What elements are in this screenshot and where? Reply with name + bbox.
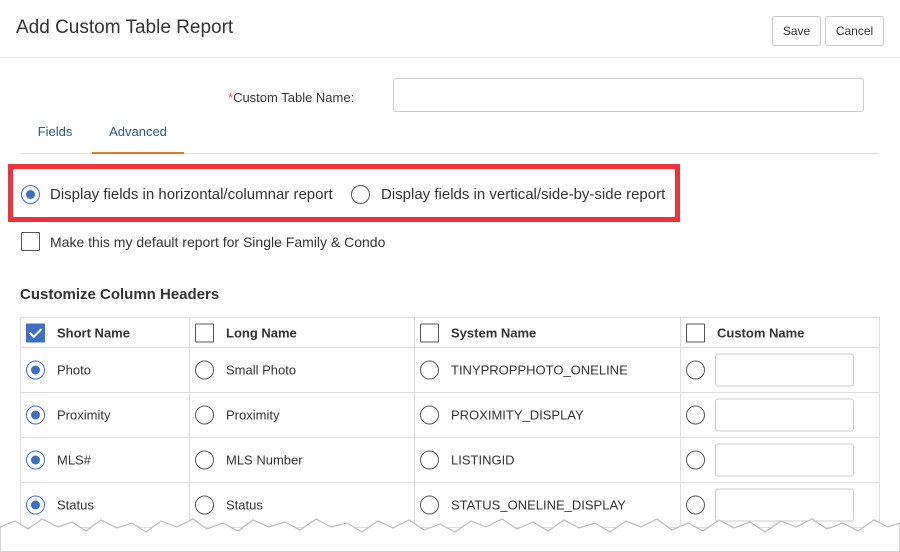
short-name-header-label: Short Name <box>57 325 130 340</box>
custom-table-name-label: *Custom Table Name: <box>228 90 354 105</box>
custom-name-input[interactable] <box>715 443 854 477</box>
table-row: MLS# MLS Number LISTINGID <box>20 437 880 483</box>
tab-bar: Fields Advanced <box>20 118 879 154</box>
short-name-value: MLS# <box>57 452 91 468</box>
custom-name-input[interactable] <box>715 398 854 432</box>
system-name-value: PROXIMITY_DISPLAY <box>451 407 584 423</box>
dialog-header: Add Custom Table Report Save Cancel <box>0 0 900 58</box>
custom-name-radio[interactable] <box>686 360 705 380</box>
short-name-radio[interactable] <box>26 405 45 425</box>
cancel-button[interactable]: Cancel <box>825 16 884 46</box>
table-row: Photo Small Photo TINYPROPPHOTO_ONELINE <box>20 347 880 393</box>
system-name-value: TINYPROPPHOTO_ONELINE <box>451 362 628 378</box>
system-name-value: LISTINGID <box>451 452 515 468</box>
add-custom-table-report-dialog: Add Custom Table Report Save Cancel *Cus… <box>0 0 900 552</box>
torn-paper-edge <box>0 518 900 552</box>
header-long-name: Long Name <box>189 317 415 348</box>
long-name-all-checkbox[interactable] <box>195 323 214 342</box>
default-report-label[interactable]: Make this my default report for Single F… <box>50 234 385 250</box>
system-name-radio[interactable] <box>420 360 439 380</box>
system-name-header-label: System Name <box>451 325 537 340</box>
tab-fields[interactable]: Fields <box>20 118 90 154</box>
save-button[interactable]: Save <box>772 16 821 46</box>
table-header-row: Short Name Long Name System Name Custom … <box>20 317 880 348</box>
header-short-name: Short Name <box>20 317 190 348</box>
long-name-header-label: Long Name <box>226 325 297 340</box>
customize-column-headers-title: Customize Column Headers <box>20 286 220 303</box>
system-name-radio[interactable] <box>420 405 439 425</box>
dialog-title: Add Custom Table Report <box>16 17 234 38</box>
long-name-value: Proximity <box>226 407 280 423</box>
custom-name-radio[interactable] <box>686 450 705 470</box>
custom-name-header-label: Custom Name <box>717 325 805 340</box>
custom-name-input[interactable] <box>715 353 854 387</box>
custom-name-radio[interactable] <box>686 405 705 425</box>
horizontal-report-label[interactable]: Display fields in horizontal/columnar re… <box>50 186 333 203</box>
short-name-value: Proximity <box>57 407 111 423</box>
custom-name-all-checkbox[interactable] <box>686 323 705 342</box>
custom-table-name-label-text: Custom Table Name: <box>233 90 355 105</box>
default-report-checkbox[interactable] <box>21 232 40 251</box>
short-name-radio[interactable] <box>26 360 45 380</box>
long-name-radio[interactable] <box>195 405 214 425</box>
table-row: Proximity Proximity PROXIMITY_DISPLAY <box>20 392 880 438</box>
long-name-value: MLS Number <box>226 452 303 468</box>
long-name-radio[interactable] <box>195 450 214 470</box>
short-name-radio[interactable] <box>26 450 45 470</box>
custom-table-name-input[interactable] <box>393 78 864 112</box>
short-name-value: Photo <box>57 362 91 378</box>
horizontal-report-radio[interactable] <box>21 185 40 204</box>
tab-advanced[interactable]: Advanced <box>92 118 184 154</box>
vertical-report-radio[interactable] <box>351 185 370 204</box>
header-system-name: System Name <box>414 317 681 348</box>
header-custom-name: Custom Name <box>680 317 880 348</box>
short-name-all-checkbox[interactable] <box>26 323 45 342</box>
vertical-report-label[interactable]: Display fields in vertical/side-by-side … <box>381 186 665 203</box>
system-name-all-checkbox[interactable] <box>420 323 439 342</box>
system-name-radio[interactable] <box>420 450 439 470</box>
long-name-radio[interactable] <box>195 360 214 380</box>
long-name-value: Small Photo <box>226 362 297 378</box>
column-headers-table: Short Name Long Name System Name Custom … <box>20 317 880 528</box>
